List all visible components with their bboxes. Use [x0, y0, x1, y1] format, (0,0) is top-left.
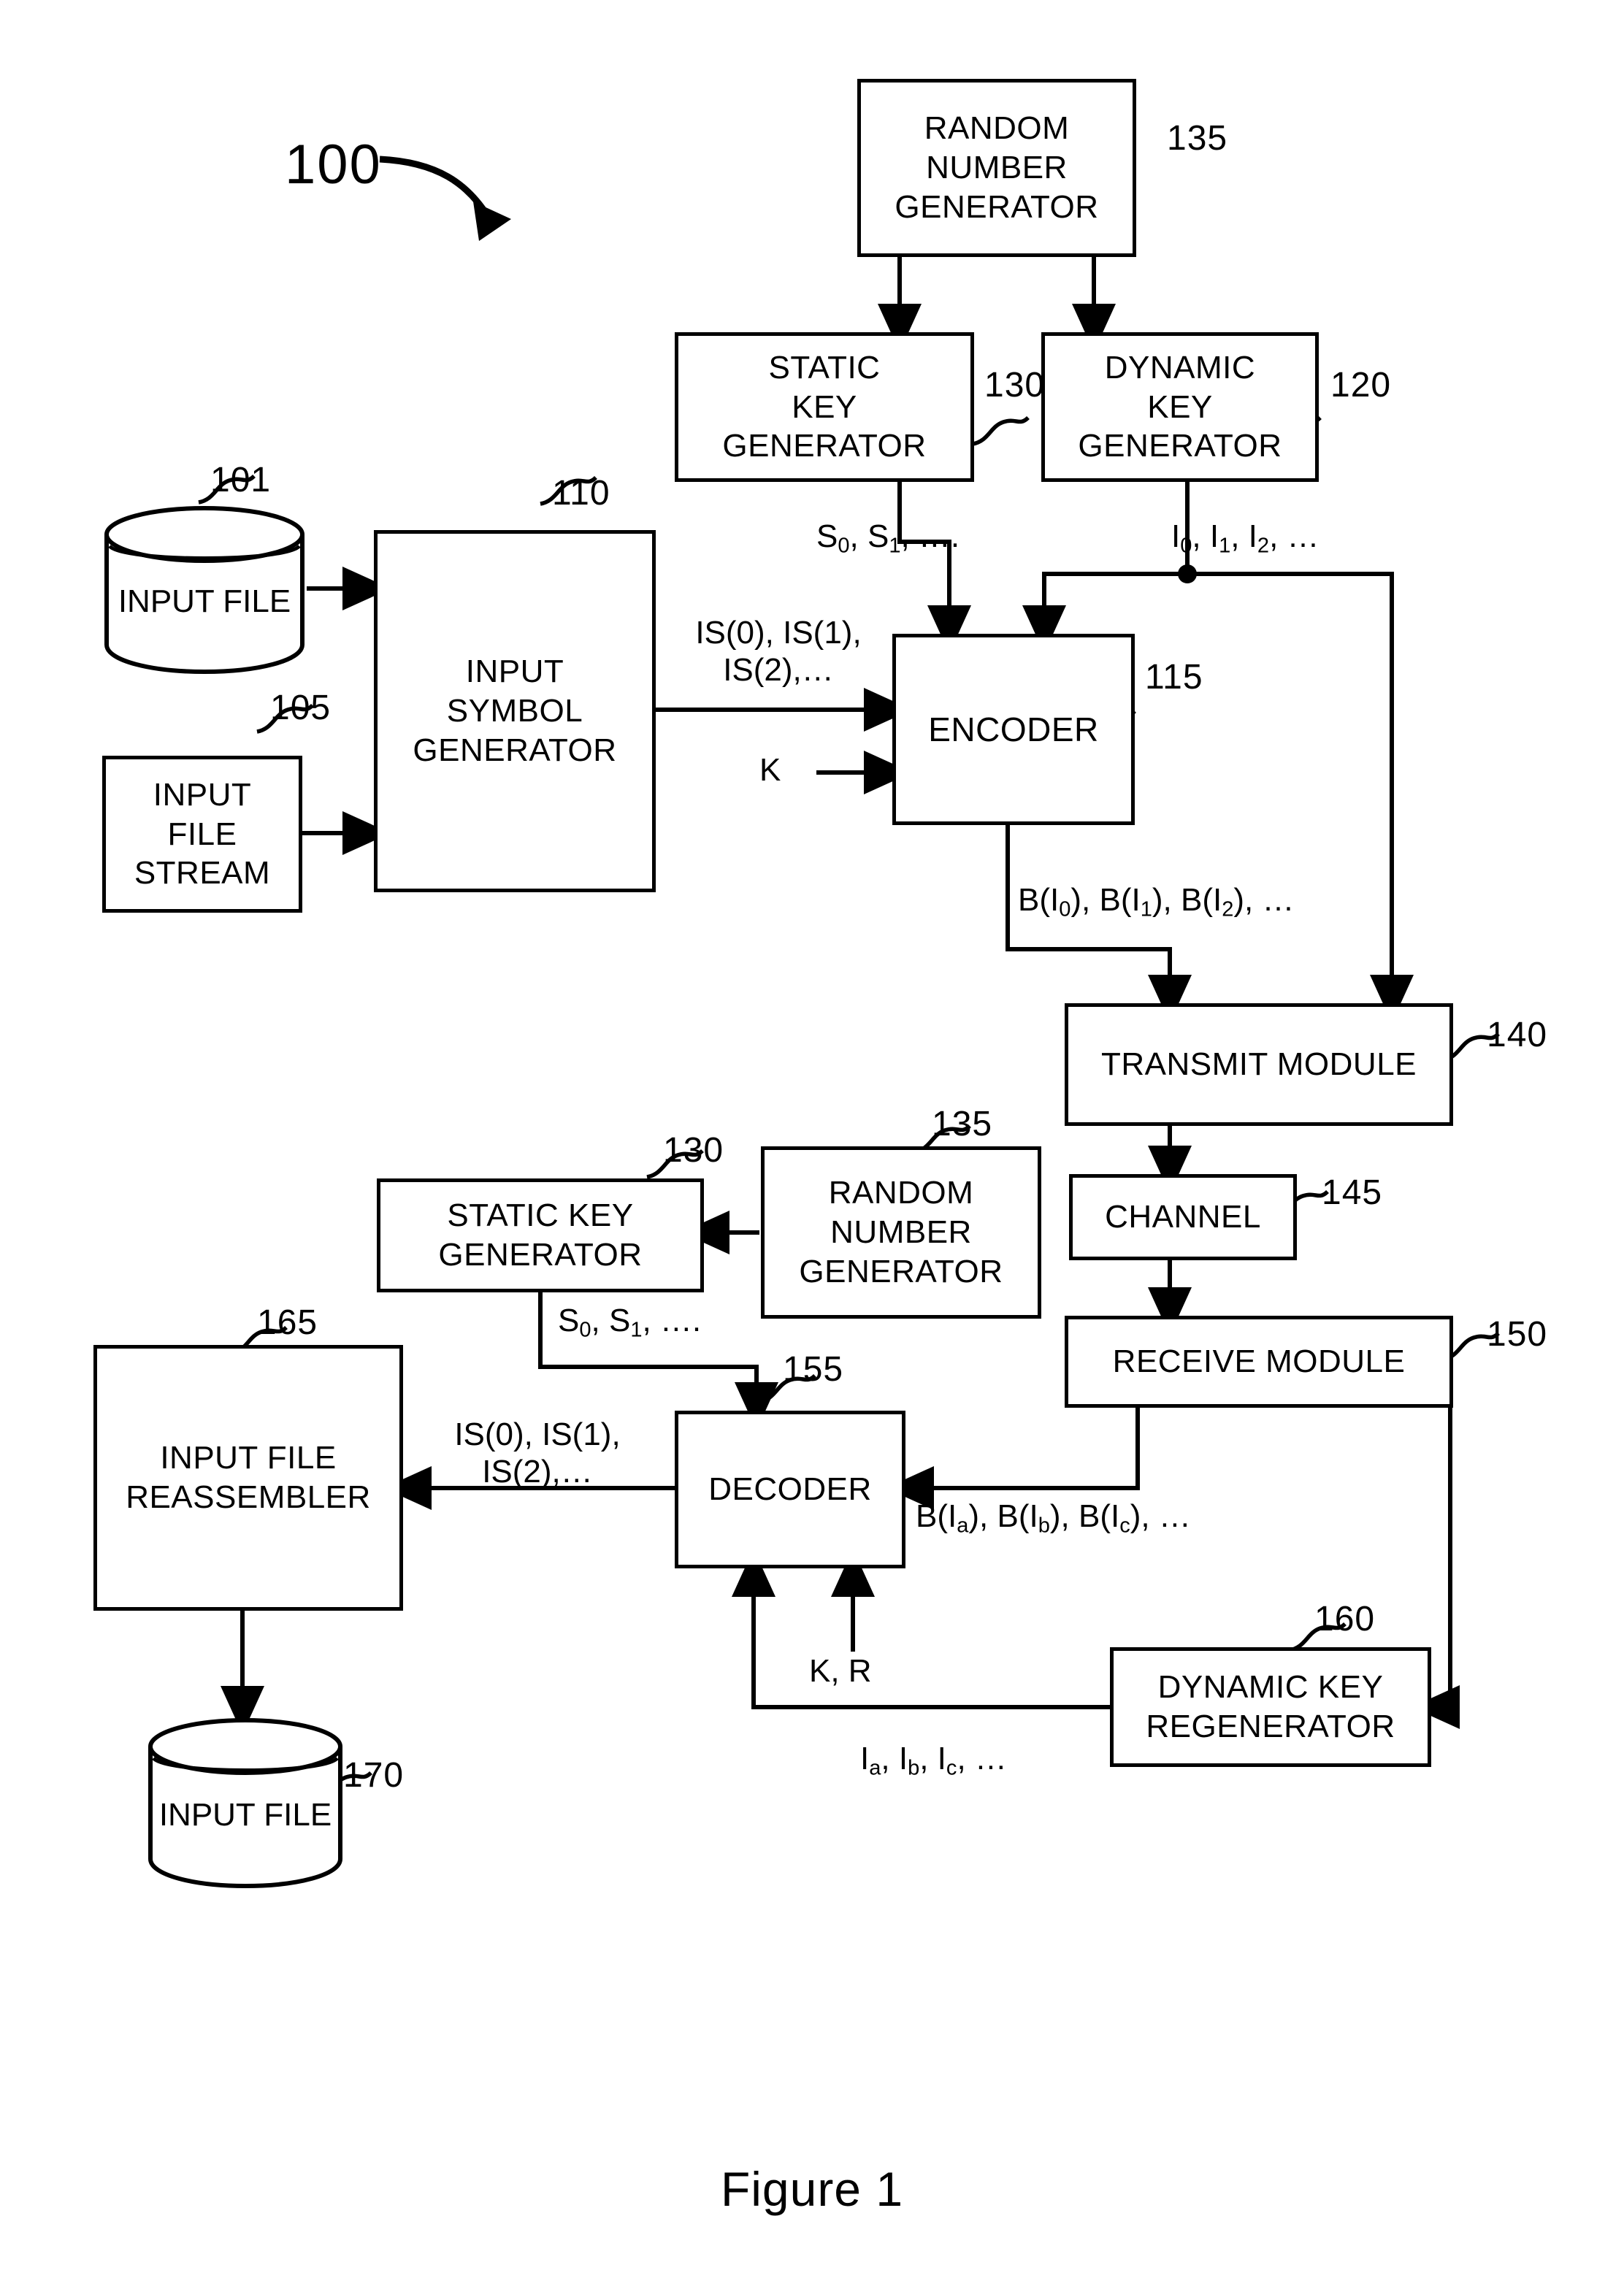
- block-input-file-output[interactable]: INPUT FILE: [146, 1716, 345, 1890]
- signal-decoder-kr: K, R: [809, 1653, 872, 1689]
- signal-line-2: IS(2),…: [482, 1453, 593, 1490]
- system-pointer-curve: [379, 156, 491, 218]
- block-line: DECODER: [708, 1471, 872, 1508]
- ref-145: 145: [1322, 1173, 1383, 1212]
- wire-receive-to-decoder: [886, 1408, 1140, 1510]
- ref-101: 101: [210, 461, 272, 499]
- block-receive-module[interactable]: RECEIVE MODULE: [1065, 1316, 1453, 1408]
- block-line: TRANSMIT MODULE: [1100, 1046, 1417, 1083]
- signal-encoder-k: K: [759, 752, 781, 788]
- ref-170: 170: [343, 1756, 405, 1795]
- block-line: CHANNEL: [1105, 1199, 1261, 1235]
- block-channel[interactable]: CHANNEL: [1069, 1174, 1297, 1260]
- block-line: NUMBER: [926, 150, 1068, 186]
- block-dynamic-key-regenerator[interactable]: DYNAMIC KEY REGENERATOR: [1110, 1647, 1431, 1767]
- block-encoder[interactable]: ENCODER: [892, 634, 1135, 825]
- signal-input-symbols-decoder: IS(0), IS(1), IS(2),…: [428, 1416, 647, 1490]
- ref-155: 155: [783, 1350, 844, 1389]
- figure-canvas: 100 RANDOM NUMBER GENERATOR 135 STATIC K…: [0, 0, 1624, 2281]
- signal-line-2: IS(2),…: [723, 651, 834, 688]
- block-input-symbol-generator[interactable]: INPUT SYMBOL GENERATOR: [374, 530, 656, 892]
- block-line: REGENERATOR: [1146, 1709, 1395, 1744]
- block-line: DYNAMIC: [1104, 349, 1256, 386]
- wire-regenerator-to-decoder: [732, 1549, 1110, 1709]
- block-line: INPUT FILE: [160, 1440, 337, 1476]
- block-random-number-generator-bottom[interactable]: RANDOM NUMBER GENERATOR: [761, 1146, 1041, 1319]
- block-line: RANDOM: [828, 1175, 974, 1211]
- ref-120: 120: [1330, 366, 1392, 405]
- signal-line-1: IS(0), IS(1),: [695, 615, 862, 651]
- block-line: RECEIVE MODULE: [1112, 1343, 1406, 1380]
- block-transmit-module[interactable]: TRANSMIT MODULE: [1065, 1003, 1453, 1126]
- ref-135-top: 135: [1167, 119, 1228, 158]
- ref-115: 115: [1145, 658, 1203, 697]
- block-line: STATIC: [768, 349, 881, 386]
- block-decoder[interactable]: DECODER: [675, 1411, 905, 1568]
- block-line: DYNAMIC KEY: [1157, 1669, 1384, 1706]
- block-line: INPUT: [465, 653, 564, 690]
- signal-received-blocks: B(Ia), B(Ib), B(Ic), …: [916, 1498, 1191, 1538]
- signal-line-1: IS(0), IS(1),: [454, 1416, 621, 1452]
- ref-110: 110: [552, 474, 610, 513]
- ref-150: 150: [1487, 1315, 1548, 1354]
- block-static-key-generator-bottom[interactable]: STATIC KEY GENERATOR: [377, 1178, 704, 1292]
- ref-105: 105: [270, 689, 332, 727]
- block-random-number-generator-top[interactable]: RANDOM NUMBER GENERATOR: [857, 79, 1136, 257]
- block-line: KEY: [1147, 388, 1213, 425]
- wire-dynkey-to-transmit: [1187, 572, 1414, 1023]
- block-line: STATIC KEY: [447, 1197, 634, 1234]
- block-line: STREAM: [134, 855, 271, 892]
- junction-dot: [1178, 564, 1197, 583]
- block-dynamic-key-generator[interactable]: DYNAMIC KEY GENERATOR: [1041, 332, 1319, 482]
- block-line: NUMBER: [830, 1214, 972, 1251]
- block-line: INPUT: [118, 583, 215, 619]
- block-input-file-stream[interactable]: INPUT FILE STREAM: [102, 756, 302, 913]
- block-line: GENERATOR: [413, 732, 617, 768]
- signal-static-keys-top: S0, S1, ….: [816, 518, 960, 558]
- signal-static-keys-bottom: S0, S1, ….: [558, 1303, 702, 1342]
- ref-160: 160: [1314, 1600, 1376, 1638]
- block-line: KEY: [792, 388, 857, 425]
- signal-encoded-blocks: B(I0), B(I1), B(I2), …: [1018, 882, 1295, 921]
- block-line: FILE: [264, 1797, 332, 1833]
- signal-dynamic-keys: I0, I1, I2, …: [1171, 518, 1320, 558]
- block-input-file-reassembler[interactable]: INPUT FILE REASSEMBLER: [93, 1345, 403, 1611]
- block-line: SYMBOL: [446, 693, 583, 729]
- wire-dynkey-to-encoder: [1022, 572, 1187, 653]
- ref-165: 165: [257, 1303, 318, 1342]
- block-line: RANDOM: [924, 110, 1070, 147]
- block-line: GENERATOR: [895, 188, 1099, 225]
- ref-135-bottom: 135: [932, 1105, 993, 1143]
- signal-regenerated-keys: Ia, Ib, Ic, …: [860, 1741, 1007, 1780]
- block-line: FILE: [223, 583, 291, 619]
- ref-130-top: 130: [984, 366, 1046, 405]
- block-line: INPUT: [158, 1797, 256, 1833]
- block-input-file-source[interactable]: INPUT FILE: [102, 504, 307, 675]
- system-pointer-head: [473, 202, 511, 241]
- system-reference-100: 100: [285, 134, 382, 196]
- block-line: GENERATOR: [722, 428, 927, 464]
- signal-input-symbols-encoder: IS(0), IS(1), IS(2),…: [669, 615, 888, 689]
- block-line: FILE: [167, 816, 237, 852]
- block-line: REASSEMBLER: [126, 1479, 371, 1515]
- block-line: GENERATOR: [438, 1237, 643, 1273]
- block-line: GENERATOR: [799, 1253, 1003, 1289]
- ref-130-bottom: 130: [663, 1131, 724, 1170]
- figure-caption: Figure 1: [720, 2162, 904, 2216]
- block-line: ENCODER: [928, 710, 1099, 748]
- block-line: INPUT: [153, 776, 252, 813]
- wire-receive-to-regenerator: [1412, 1408, 1460, 1729]
- ref-140: 140: [1487, 1016, 1548, 1054]
- block-static-key-generator-top[interactable]: STATIC KEY GENERATOR: [675, 332, 974, 482]
- block-line: GENERATOR: [1078, 428, 1282, 464]
